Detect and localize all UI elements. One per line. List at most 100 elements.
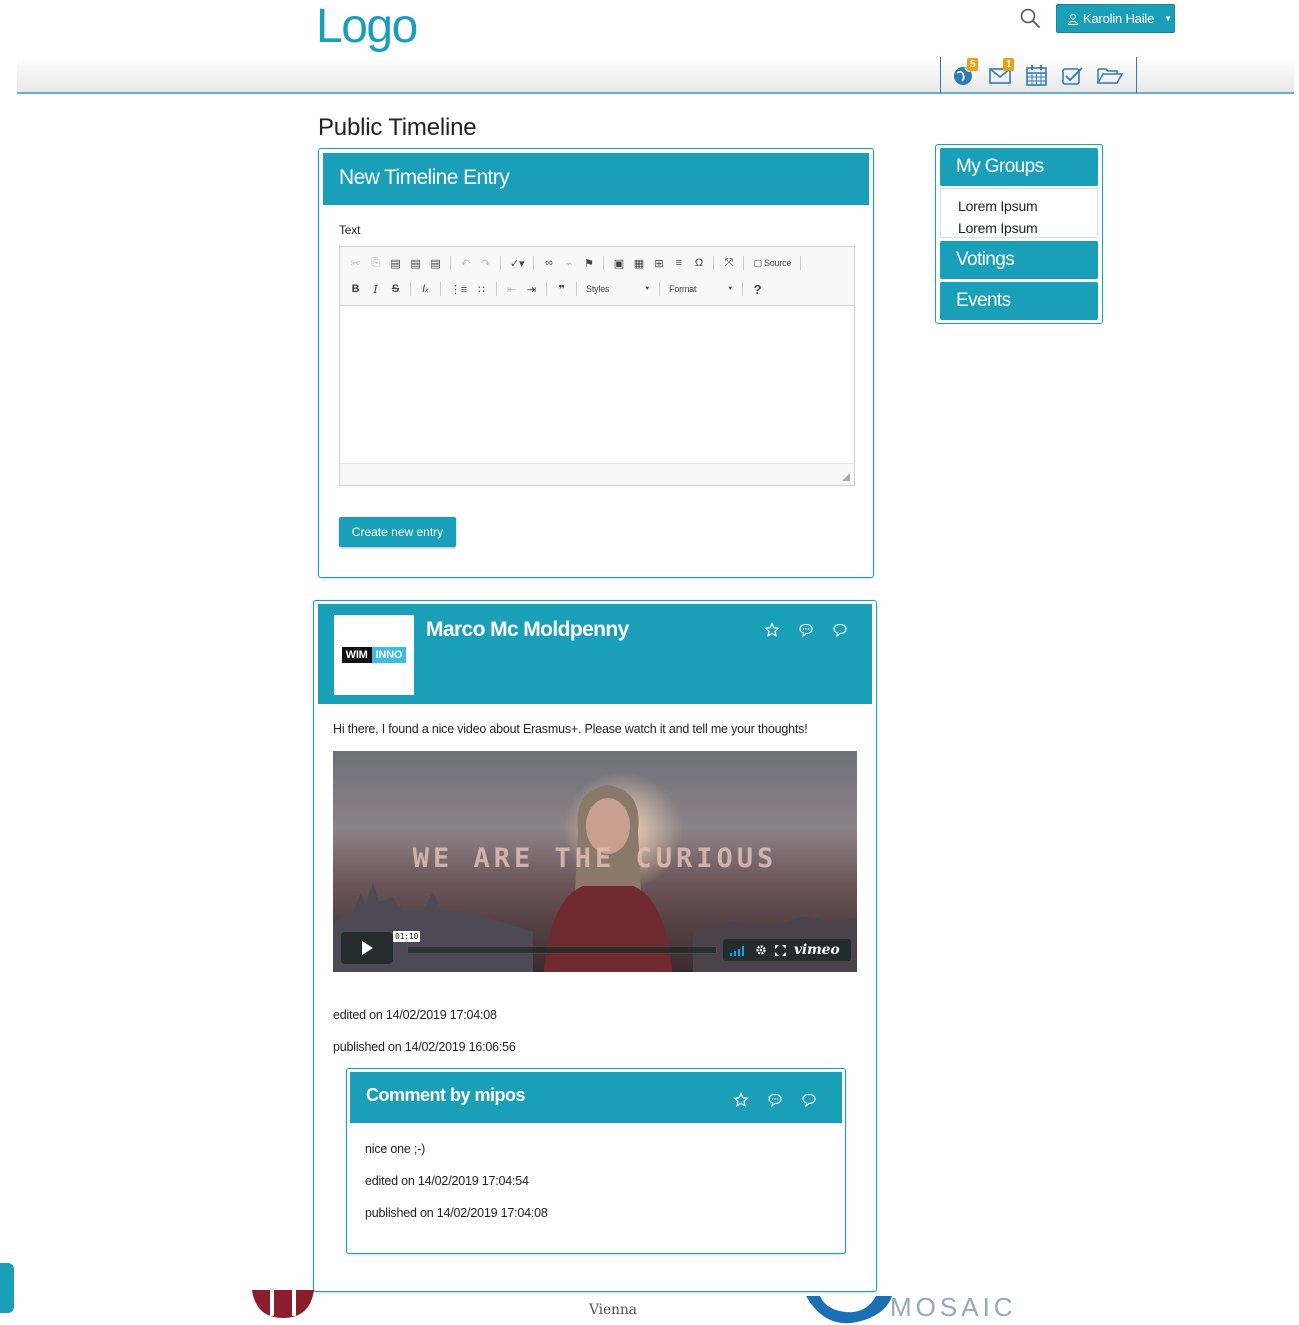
globe-badge: 5 xyxy=(967,58,979,71)
bullet-list-icon[interactable]: ∷ xyxy=(476,283,487,296)
post-header: WIM INNO Marco Mc Moldpenny xyxy=(318,604,872,704)
indent-icon[interactable]: ⇥ xyxy=(526,283,537,296)
create-entry-button[interactable]: Create new entry xyxy=(339,517,456,547)
globe-icon[interactable]: 5 xyxy=(953,58,979,86)
toolbar-separator xyxy=(496,282,498,296)
post-author[interactable]: Marco Mc Moldpenny xyxy=(426,618,629,642)
video-controls: vimeo xyxy=(723,939,851,961)
comment-icon[interactable] xyxy=(767,1092,783,1108)
styles-label: Styles xyxy=(586,284,610,294)
format-select[interactable]: Format ▼ xyxy=(669,284,733,294)
checkbox-icon[interactable] xyxy=(1061,64,1085,86)
folder-icon[interactable] xyxy=(1097,64,1124,86)
post-actions xyxy=(764,622,848,638)
post-published-date: published on 14/02/2019 16:06:56 xyxy=(333,1040,516,1054)
undo-icon[interactable]: ↶ xyxy=(460,257,471,270)
comment-icon[interactable] xyxy=(798,622,814,638)
redo-icon[interactable]: ↷ xyxy=(480,257,491,270)
star-icon[interactable] xyxy=(764,622,780,638)
play-icon xyxy=(362,941,373,955)
envelope-badge: 1 xyxy=(1003,58,1015,71)
toolbar-separator xyxy=(546,282,548,296)
video-time: 01:10 xyxy=(393,931,421,942)
site-logo[interactable]: Logo xyxy=(316,0,418,54)
resize-grip-icon[interactable] xyxy=(842,473,850,481)
envelope-icon[interactable]: 1 xyxy=(989,58,1015,86)
styles-select[interactable]: Styles ▼ xyxy=(586,284,650,294)
nav-icon-bar: 5 1 xyxy=(940,57,1137,93)
footer-left-tab xyxy=(0,1263,14,1313)
toolbar-separator xyxy=(440,282,441,296)
source-button[interactable]: ▢ Source xyxy=(753,258,791,269)
sidebar: My Groups Lorem Ipsum Lorem Ipsum Voting… xyxy=(935,144,1103,324)
unlink-icon[interactable]: ⌁ xyxy=(563,257,574,270)
format-label: Format xyxy=(669,284,697,294)
link-icon[interactable]: ∞ xyxy=(543,257,554,269)
wim-inno-logo: WIM INNO xyxy=(341,647,407,663)
group-item[interactable]: Lorem Ipsum xyxy=(958,217,1080,239)
horizontal-line-icon[interactable]: ≡ xyxy=(673,257,684,269)
user-icon xyxy=(1067,13,1079,25)
group-item[interactable]: Lorem Ipsum xyxy=(958,195,1080,217)
calendar-icon[interactable] xyxy=(1025,64,1049,86)
paste-text-icon[interactable]: ▤ xyxy=(410,257,421,270)
settings-gear-icon[interactable] xyxy=(755,944,767,956)
vimeo-logo[interactable]: vimeo xyxy=(794,942,840,958)
fullscreen-icon[interactable] xyxy=(775,944,786,956)
comment-panel: Comment by mipos nice one ;-) edited on … xyxy=(346,1068,846,1254)
ias-city-text: Vienna xyxy=(589,1302,637,1318)
table-icon[interactable]: ⊞ xyxy=(653,257,664,270)
mosaic-logo-text: MOSAIC xyxy=(890,1292,1017,1322)
numbered-list-icon[interactable]: ⋮≡ xyxy=(450,283,467,296)
votings-heading[interactable]: Votings xyxy=(940,241,1098,279)
video-player[interactable]: WE ARE THE CURIOUS 01:10 vimeo xyxy=(333,751,857,972)
copy-icon[interactable]: ⎘ xyxy=(370,257,381,270)
maximize-icon[interactable]: ⤧ xyxy=(723,257,734,270)
editor-status-bar xyxy=(340,463,854,485)
reply-icon[interactable] xyxy=(801,1092,817,1108)
events-heading[interactable]: Events xyxy=(940,282,1098,320)
comment-published-date: published on 14/02/2019 17:04:08 xyxy=(365,1206,548,1220)
my-groups-heading[interactable]: My Groups xyxy=(940,148,1098,186)
toolbar-separator xyxy=(576,282,578,296)
post-text: Hi there, I found a nice video about Era… xyxy=(333,722,808,736)
video-progress-bar[interactable] xyxy=(407,946,717,954)
outdent-icon[interactable]: ⇤ xyxy=(506,283,517,296)
avatar[interactable]: WIM INNO xyxy=(334,615,414,695)
video-caption: WE ARE THE CURIOUS xyxy=(412,843,778,874)
post-edited-date: edited on 14/02/2019 17:04:08 xyxy=(333,1008,497,1022)
help-icon[interactable]: ? xyxy=(752,282,763,297)
logo-inno-text: INNO xyxy=(371,647,407,663)
chevron-down-icon: ▼ xyxy=(644,286,651,292)
caret-down-icon: ▼ xyxy=(1164,14,1172,23)
toolbar-separator xyxy=(410,282,411,296)
special-char-icon[interactable]: Ω xyxy=(693,257,704,269)
reply-icon[interactable] xyxy=(832,622,848,638)
embed-icon[interactable]: ▦ xyxy=(633,257,644,270)
comment-title: Comment by mipos xyxy=(366,1085,526,1105)
play-button[interactable] xyxy=(341,932,393,964)
image-icon[interactable]: ▣ xyxy=(613,257,624,270)
cut-icon[interactable]: ✂ xyxy=(350,257,361,270)
user-menu-button[interactable]: Karolin Haile ▼ xyxy=(1056,4,1175,33)
comment-actions xyxy=(733,1092,817,1108)
remove-format-icon[interactable]: Iₓ xyxy=(420,283,431,295)
bold-icon[interactable]: B xyxy=(350,283,361,295)
source-label: Source xyxy=(763,257,792,268)
search-icon[interactable] xyxy=(1018,6,1042,30)
new-entry-title: New Timeline Entry xyxy=(323,153,869,205)
anchor-flag-icon[interactable]: ⚑ xyxy=(583,257,594,270)
paste-icon[interactable]: ▤ xyxy=(390,257,401,270)
volume-icon[interactable] xyxy=(729,944,747,956)
chevron-down-icon: ▼ xyxy=(727,286,734,292)
text-label: Text xyxy=(339,223,361,237)
timeline-post: WIM INNO Marco Mc Moldpenny Hi there, I … xyxy=(313,600,877,1292)
spellcheck-icon[interactable]: ✓▾ xyxy=(510,257,525,270)
star-icon[interactable] xyxy=(733,1092,749,1108)
strikethrough-icon[interactable]: S xyxy=(390,283,401,295)
blockquote-icon[interactable]: ❞ xyxy=(556,283,567,296)
logo-wim-text: WIM xyxy=(341,647,372,663)
rich-text-editor: ✂ ⎘ ▤ ▤ ▤ ↶ ↷ ✓▾ ∞ ⌁ ⚑ ▣ ▦ ⊞ ≡ Ω ⤧ ▢ Sou… xyxy=(339,246,855,486)
italic-icon[interactable]: I xyxy=(370,283,381,296)
paste-word-icon[interactable]: ▤ xyxy=(430,257,441,270)
